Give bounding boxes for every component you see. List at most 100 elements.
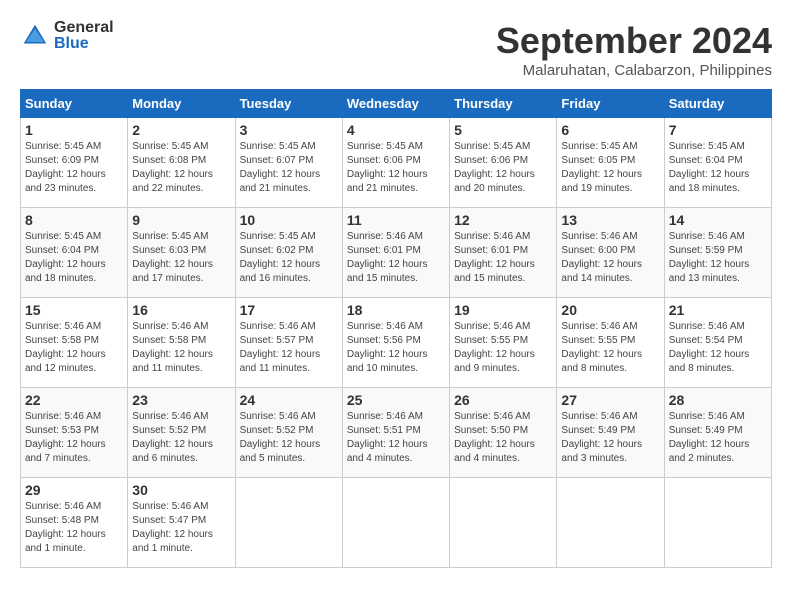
day-number: 23 xyxy=(132,392,230,408)
calendar-cell xyxy=(664,478,771,568)
logo-text: General Blue xyxy=(54,20,114,52)
logo-icon xyxy=(20,21,50,51)
day-number: 22 xyxy=(25,392,123,408)
calendar-cell: 6 Sunrise: 5:45 AM Sunset: 6:05 PM Dayli… xyxy=(557,118,664,208)
day-number: 26 xyxy=(454,392,552,408)
day-info: Sunrise: 5:46 AM Sunset: 5:59 PM Dayligh… xyxy=(669,230,767,286)
calendar-cell: 3 Sunrise: 5:45 AM Sunset: 6:07 PM Dayli… xyxy=(235,118,342,208)
calendar-cell: 11 Sunrise: 5:46 AM Sunset: 6:01 PM Dayl… xyxy=(342,208,449,298)
header-row: SundayMondayTuesdayWednesdayThursdayFrid… xyxy=(21,90,772,118)
page-header: General Blue September 2024 Malaruhatan,… xyxy=(20,20,772,79)
week-row-1: 1 Sunrise: 5:45 AM Sunset: 6:09 PM Dayli… xyxy=(21,118,772,208)
day-number: 1 xyxy=(25,122,123,138)
day-info: Sunrise: 5:46 AM Sunset: 5:57 PM Dayligh… xyxy=(240,320,338,376)
day-info: Sunrise: 5:45 AM Sunset: 6:04 PM Dayligh… xyxy=(669,140,767,196)
column-header-saturday: Saturday xyxy=(664,90,771,118)
calendar-cell: 24 Sunrise: 5:46 AM Sunset: 5:52 PM Dayl… xyxy=(235,388,342,478)
logo-general: General xyxy=(54,20,114,36)
calendar-cell: 25 Sunrise: 5:46 AM Sunset: 5:51 PM Dayl… xyxy=(342,388,449,478)
title-block: September 2024 Malaruhatan, Calabarzon, … xyxy=(496,20,772,79)
day-number: 28 xyxy=(669,392,767,408)
day-info: Sunrise: 5:46 AM Sunset: 6:01 PM Dayligh… xyxy=(454,230,552,286)
calendar-cell: 8 Sunrise: 5:45 AM Sunset: 6:04 PM Dayli… xyxy=(21,208,128,298)
calendar-cell: 15 Sunrise: 5:46 AM Sunset: 5:58 PM Dayl… xyxy=(21,298,128,388)
calendar-cell: 16 Sunrise: 5:46 AM Sunset: 5:58 PM Dayl… xyxy=(128,298,235,388)
day-info: Sunrise: 5:45 AM Sunset: 6:06 PM Dayligh… xyxy=(454,140,552,196)
calendar-cell: 17 Sunrise: 5:46 AM Sunset: 5:57 PM Dayl… xyxy=(235,298,342,388)
column-header-thursday: Thursday xyxy=(450,90,557,118)
week-row-2: 8 Sunrise: 5:45 AM Sunset: 6:04 PM Dayli… xyxy=(21,208,772,298)
calendar-cell: 27 Sunrise: 5:46 AM Sunset: 5:49 PM Dayl… xyxy=(557,388,664,478)
logo-blue: Blue xyxy=(54,36,114,52)
day-number: 6 xyxy=(561,122,659,138)
column-header-friday: Friday xyxy=(557,90,664,118)
day-number: 24 xyxy=(240,392,338,408)
day-number: 15 xyxy=(25,302,123,318)
calendar-cell: 14 Sunrise: 5:46 AM Sunset: 5:59 PM Dayl… xyxy=(664,208,771,298)
calendar-cell: 4 Sunrise: 5:45 AM Sunset: 6:06 PM Dayli… xyxy=(342,118,449,208)
calendar-cell: 1 Sunrise: 5:45 AM Sunset: 6:09 PM Dayli… xyxy=(21,118,128,208)
day-number: 20 xyxy=(561,302,659,318)
day-number: 8 xyxy=(25,212,123,228)
column-header-monday: Monday xyxy=(128,90,235,118)
day-info: Sunrise: 5:45 AM Sunset: 6:04 PM Dayligh… xyxy=(25,230,123,286)
calendar-cell xyxy=(450,478,557,568)
calendar-cell: 19 Sunrise: 5:46 AM Sunset: 5:55 PM Dayl… xyxy=(450,298,557,388)
calendar-cell xyxy=(235,478,342,568)
calendar-table: SundayMondayTuesdayWednesdayThursdayFrid… xyxy=(20,89,772,568)
calendar-cell: 9 Sunrise: 5:45 AM Sunset: 6:03 PM Dayli… xyxy=(128,208,235,298)
month-title: September 2024 xyxy=(496,20,772,62)
day-info: Sunrise: 5:46 AM Sunset: 5:58 PM Dayligh… xyxy=(25,320,123,376)
day-number: 27 xyxy=(561,392,659,408)
day-info: Sunrise: 5:46 AM Sunset: 6:01 PM Dayligh… xyxy=(347,230,445,286)
day-info: Sunrise: 5:46 AM Sunset: 5:47 PM Dayligh… xyxy=(132,500,230,556)
calendar-cell: 5 Sunrise: 5:45 AM Sunset: 6:06 PM Dayli… xyxy=(450,118,557,208)
column-header-tuesday: Tuesday xyxy=(235,90,342,118)
day-number: 2 xyxy=(132,122,230,138)
day-info: Sunrise: 5:45 AM Sunset: 6:03 PM Dayligh… xyxy=(132,230,230,286)
day-number: 10 xyxy=(240,212,338,228)
day-info: Sunrise: 5:46 AM Sunset: 5:53 PM Dayligh… xyxy=(25,410,123,466)
calendar-cell: 22 Sunrise: 5:46 AM Sunset: 5:53 PM Dayl… xyxy=(21,388,128,478)
calendar-cell: 23 Sunrise: 5:46 AM Sunset: 5:52 PM Dayl… xyxy=(128,388,235,478)
column-header-sunday: Sunday xyxy=(21,90,128,118)
day-info: Sunrise: 5:46 AM Sunset: 5:55 PM Dayligh… xyxy=(561,320,659,376)
day-number: 3 xyxy=(240,122,338,138)
day-number: 9 xyxy=(132,212,230,228)
day-info: Sunrise: 5:45 AM Sunset: 6:09 PM Dayligh… xyxy=(25,140,123,196)
day-info: Sunrise: 5:46 AM Sunset: 5:48 PM Dayligh… xyxy=(25,500,123,556)
calendar-cell: 28 Sunrise: 5:46 AM Sunset: 5:49 PM Dayl… xyxy=(664,388,771,478)
day-info: Sunrise: 5:46 AM Sunset: 5:52 PM Dayligh… xyxy=(132,410,230,466)
day-info: Sunrise: 5:46 AM Sunset: 5:50 PM Dayligh… xyxy=(454,410,552,466)
calendar-cell: 7 Sunrise: 5:45 AM Sunset: 6:04 PM Dayli… xyxy=(664,118,771,208)
calendar-cell: 26 Sunrise: 5:46 AM Sunset: 5:50 PM Dayl… xyxy=(450,388,557,478)
day-number: 17 xyxy=(240,302,338,318)
calendar-cell: 18 Sunrise: 5:46 AM Sunset: 5:56 PM Dayl… xyxy=(342,298,449,388)
day-info: Sunrise: 5:46 AM Sunset: 5:56 PM Dayligh… xyxy=(347,320,445,376)
day-number: 7 xyxy=(669,122,767,138)
day-info: Sunrise: 5:45 AM Sunset: 6:05 PM Dayligh… xyxy=(561,140,659,196)
day-info: Sunrise: 5:46 AM Sunset: 5:51 PM Dayligh… xyxy=(347,410,445,466)
calendar-cell: 29 Sunrise: 5:46 AM Sunset: 5:48 PM Dayl… xyxy=(21,478,128,568)
day-number: 29 xyxy=(25,482,123,498)
day-number: 19 xyxy=(454,302,552,318)
calendar-cell: 21 Sunrise: 5:46 AM Sunset: 5:54 PM Dayl… xyxy=(664,298,771,388)
day-number: 21 xyxy=(669,302,767,318)
calendar-cell: 10 Sunrise: 5:45 AM Sunset: 6:02 PM Dayl… xyxy=(235,208,342,298)
day-info: Sunrise: 5:46 AM Sunset: 5:49 PM Dayligh… xyxy=(669,410,767,466)
calendar-cell: 30 Sunrise: 5:46 AM Sunset: 5:47 PM Dayl… xyxy=(128,478,235,568)
week-row-5: 29 Sunrise: 5:46 AM Sunset: 5:48 PM Dayl… xyxy=(21,478,772,568)
calendar-cell: 20 Sunrise: 5:46 AM Sunset: 5:55 PM Dayl… xyxy=(557,298,664,388)
day-number: 13 xyxy=(561,212,659,228)
day-info: Sunrise: 5:45 AM Sunset: 6:06 PM Dayligh… xyxy=(347,140,445,196)
calendar-cell: 2 Sunrise: 5:45 AM Sunset: 6:08 PM Dayli… xyxy=(128,118,235,208)
logo: General Blue xyxy=(20,20,114,52)
column-header-wednesday: Wednesday xyxy=(342,90,449,118)
day-number: 18 xyxy=(347,302,445,318)
day-info: Sunrise: 5:46 AM Sunset: 5:54 PM Dayligh… xyxy=(669,320,767,376)
day-number: 14 xyxy=(669,212,767,228)
calendar-cell: 12 Sunrise: 5:46 AM Sunset: 6:01 PM Dayl… xyxy=(450,208,557,298)
day-info: Sunrise: 5:46 AM Sunset: 5:55 PM Dayligh… xyxy=(454,320,552,376)
day-number: 12 xyxy=(454,212,552,228)
day-number: 25 xyxy=(347,392,445,408)
